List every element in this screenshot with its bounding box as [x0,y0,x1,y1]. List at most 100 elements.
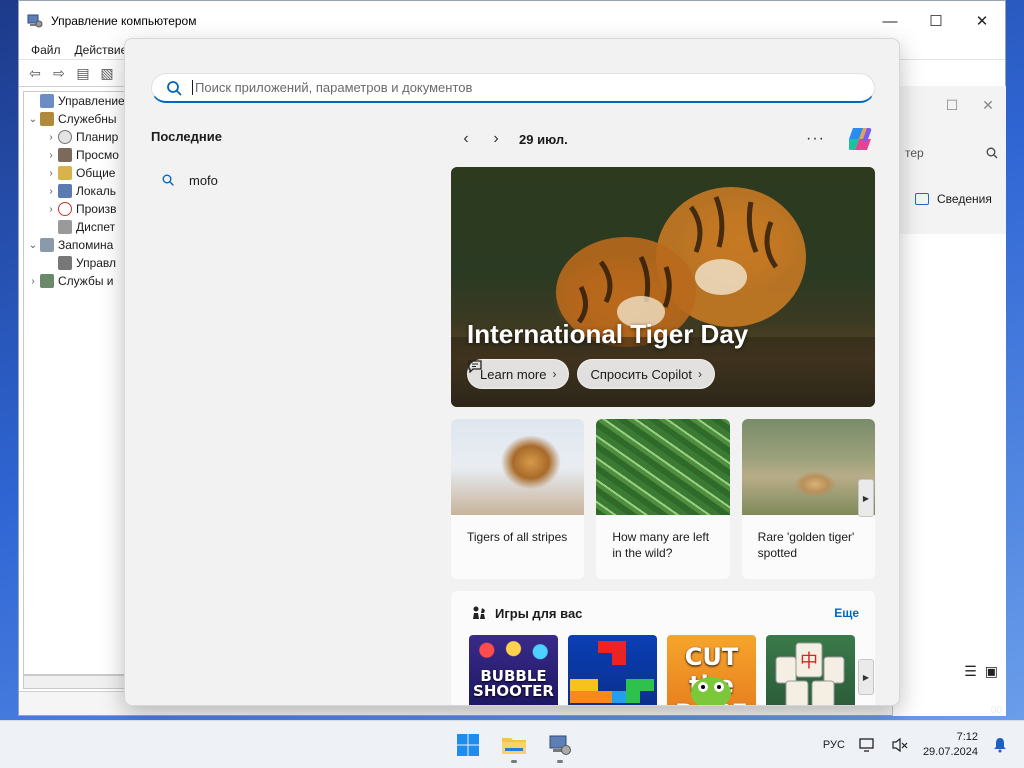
news-card[interactable]: Tigers of all stripes [451,419,585,579]
system-tray: РУС 7:12 29.07.2024 [823,721,1008,768]
card-caption: How many are left in the wild? [612,530,710,560]
next-button[interactable]: › [481,125,511,153]
computer-management-icon [549,735,571,755]
cards-scroll-right-button[interactable]: ▶ [858,479,874,517]
tree-label: Управление к [58,94,134,108]
clock-time: 7:12 [956,731,978,743]
search-input[interactable] [192,80,812,95]
tiles-view-icon[interactable]: ▣ [985,663,998,680]
disk-management-icon [58,256,72,270]
overlapped-window: ☐ ✕ тер Сведения ☰ ▣ 00 [892,86,1006,716]
start-button[interactable] [448,727,488,763]
chat-bubble-icon [468,360,482,373]
users-icon [58,184,72,198]
highlights-nav: ‹ › 29 июл. ··· [451,125,875,153]
tree-label: Запомина [58,238,114,252]
svg-text:中: 中 [800,651,818,672]
tree-expander[interactable]: › [26,276,40,287]
recent-section-title: Последние [151,129,222,144]
game-pieces-icon [473,606,485,619]
previous-button[interactable]: ‹ [451,125,481,153]
storage-icon [40,238,54,252]
games-scroll-right-button[interactable]: ▶ [858,659,874,695]
recent-search-item[interactable]: mofo [161,167,218,193]
tree-expander[interactable]: › [44,186,58,197]
close-icon[interactable]: ✕ [970,97,1006,114]
show-tree-icon[interactable]: ▤ [73,63,93,83]
forward-arrow-icon[interactable]: ⇨ [49,63,69,83]
input-language-indicator[interactable]: РУС [823,739,845,751]
ask-copilot-label: Спросить Copilot [590,366,692,382]
tree-expander[interactable]: › [44,132,58,143]
game-tile[interactable] [568,635,657,705]
hero-card[interactable]: International Tiger Day Learn more › Спр… [451,167,875,407]
notification-bell-icon[interactable] [992,737,1008,753]
volume-muted-icon[interactable] [891,737,909,753]
tree-expander[interactable]: › [44,168,58,179]
news-cards: Tigers of all stripes How many are left … [451,419,875,579]
highlight-date: 29 июл. [519,131,568,147]
chevron-right-icon: › [697,367,702,381]
tree-label: Произв [76,202,117,216]
card-caption: Rare 'golden tiger' spotted [757,530,855,560]
minimize-button[interactable]: — [867,1,913,41]
computer-management-taskbar-button[interactable] [540,727,580,763]
close-button[interactable]: ✕ [959,1,1005,41]
tree-expander[interactable]: ⌄ [26,240,40,251]
details-button[interactable]: Сведения [893,192,1006,206]
hero-title: International Tiger Day [467,319,749,349]
recent-item-label: mofo [189,172,218,188]
games-more-link[interactable]: Еще [834,606,859,620]
clock-icon [58,130,72,144]
file-explorer-button[interactable] [494,727,534,763]
maximize-button[interactable]: ☐ [913,1,959,41]
om-nom-image [691,677,731,705]
taskbar: РУС 7:12 29.07.2024 [0,720,1024,768]
games-section: Игры для вас Еще BUBBLE SHOOTER CUT the … [451,591,875,705]
news-card[interactable]: Rare 'golden tiger' spotted [741,419,875,579]
copilot-icon[interactable] [845,124,875,154]
window-search-field[interactable]: тер [901,138,998,168]
tree-label: Локаль [76,184,116,198]
clock-date: 29.07.2024 [922,746,978,758]
card-image [741,419,875,515]
tree-expander[interactable]: › [44,150,58,161]
more-options-button[interactable]: ··· [806,130,825,148]
tree-label: Планир [76,130,119,144]
clock[interactable]: 7:12 29.07.2024 [923,730,978,760]
menu-action[interactable]: Действие [75,43,128,57]
game-tile[interactable]: CUT the ROPE [667,635,756,705]
maximize-icon[interactable]: ☐ [934,97,970,114]
search-icon [167,80,182,95]
games-title: Игры для вас [495,605,583,621]
menu-file[interactable]: Файл [31,43,61,57]
back-arrow-icon[interactable]: ⇦ [25,63,45,83]
window-search-text: тер [905,146,924,160]
tree-label: Служебны [58,112,117,126]
window-content-area [893,234,1006,716]
time-fragment: 00 [990,705,1002,716]
details-label: Сведения [937,192,992,206]
windows-logo-icon [457,734,479,756]
game-tile[interactable]: BUBBLE SHOOTER [469,635,558,705]
services-icon [40,274,54,288]
news-card[interactable]: How many are left in the wild? [596,419,730,579]
shared-folder-icon [58,166,72,180]
computer-management-icon [27,14,43,28]
device-manager-icon [58,220,72,234]
search-box[interactable] [151,73,875,103]
details-pane-icon [915,193,929,205]
list-view-icon[interactable]: ☰ [964,663,977,680]
export-icon[interactable]: ▧ [97,63,117,83]
cm-titlebar[interactable]: Управление компьютером — ☐ ✕ [19,1,1005,41]
running-indicator [511,760,517,763]
tetris-blocks-image [570,641,654,703]
mahjong-tiles-image: 中 [775,642,845,705]
network-icon[interactable] [859,737,877,753]
tree-expander[interactable]: ⌄ [26,114,40,125]
tree-label: Службы и [58,274,114,288]
game-tile[interactable]: 中 [766,635,855,705]
ask-copilot-button[interactable]: Спросить Copilot › [468,359,715,389]
computer-icon [40,94,54,108]
tree-expander[interactable]: › [44,204,58,215]
